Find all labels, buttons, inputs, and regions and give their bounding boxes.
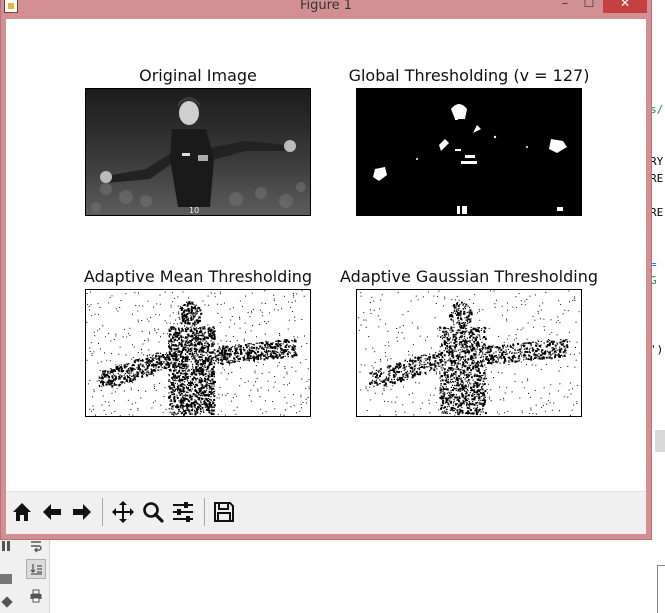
- subplot-global: Global Thresholding (v = 127): [349, 66, 589, 218]
- editor-gutter: [0, 536, 22, 613]
- pause-icon: [2, 541, 5, 551]
- home-button[interactable]: [8, 498, 36, 526]
- subplot-adaptive-gaussian: Adaptive Gaussian Thresholding: [340, 267, 598, 419]
- subplot-title: Adaptive Mean Thresholding: [83, 267, 313, 286]
- background-panel: [0, 541, 660, 613]
- home-icon: [13, 503, 31, 521]
- arrow-icon: [1, 596, 13, 608]
- subplot-adaptive-mean: Adaptive Mean Thresholding: [84, 267, 312, 419]
- toolbar-separator: [102, 498, 103, 526]
- title-bar[interactable]: Figure 1 – ☐ ✕: [1, 0, 651, 19]
- close-button[interactable]: ✕: [603, 0, 647, 13]
- configure-subplots-icon: [173, 502, 193, 522]
- background-editor: s/ RY RE RE = G '): [650, 0, 665, 613]
- configure-subplots-button[interactable]: [169, 498, 197, 526]
- back-icon: [43, 504, 61, 520]
- figure-client-area: Original Image 10 Global Thresholding (v…: [6, 19, 646, 534]
- forward-button[interactable]: [68, 498, 96, 526]
- console-icon: [0, 574, 12, 584]
- subplot-title: Adaptive Gaussian Thresholding: [340, 267, 598, 286]
- forward-icon: [73, 504, 91, 520]
- print-icon[interactable]: [26, 586, 46, 606]
- back-button[interactable]: [38, 498, 66, 526]
- figure-canvas[interactable]: Original Image 10 Global Thresholding (v…: [6, 19, 646, 491]
- toolbar-separator: [204, 498, 205, 526]
- pause-icon: [7, 541, 10, 551]
- scroll-to-end-icon[interactable]: [26, 559, 46, 579]
- zoom-icon: [143, 502, 164, 523]
- image-adaptive-gaussian: [356, 289, 582, 417]
- pan-icon: [112, 501, 134, 523]
- editor-scrollbar[interactable]: [655, 430, 665, 452]
- minimize-button[interactable]: –: [553, 0, 577, 13]
- image-original: 10: [85, 88, 311, 216]
- save-icon: [214, 502, 234, 522]
- navigation-toolbar: [6, 491, 646, 534]
- image-adaptive-mean: [85, 289, 311, 417]
- maximize-button[interactable]: ☐: [577, 0, 601, 13]
- zoom-button[interactable]: [139, 498, 167, 526]
- subplot-title: Original Image: [139, 66, 257, 85]
- console-side-toolbar: [22, 536, 50, 613]
- svg-text:10: 10: [189, 206, 199, 215]
- save-button[interactable]: [210, 498, 238, 526]
- subplot-title: Global Thresholding (v = 127): [348, 66, 590, 85]
- subplot-original: Original Image 10: [85, 66, 311, 218]
- background-window-edge: [657, 565, 665, 613]
- image-global-threshold: [356, 88, 582, 216]
- pan-button[interactable]: [109, 498, 137, 526]
- figure-window: Figure 1 – ☐ ✕ Original Image 10 Global …: [0, 0, 652, 540]
